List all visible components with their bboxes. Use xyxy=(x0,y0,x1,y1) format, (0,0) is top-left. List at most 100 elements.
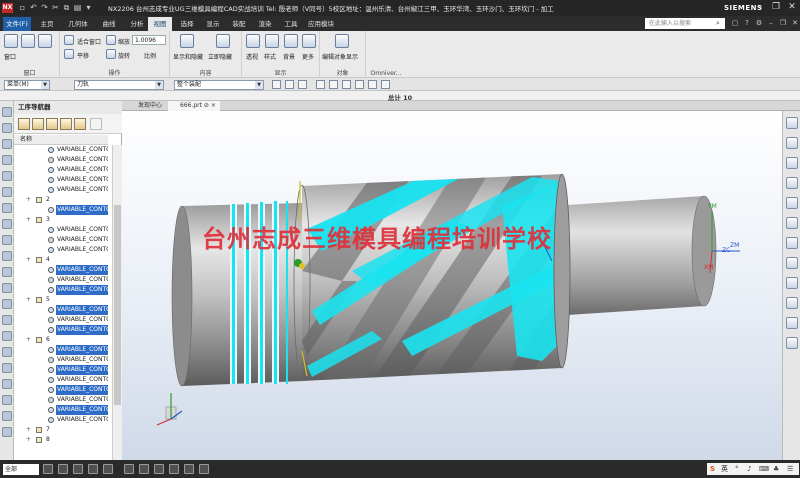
geometry-view-icon[interactable] xyxy=(46,118,58,130)
tree-operation-row[interactable]: VARIABLE_CONTO xyxy=(14,285,108,295)
instant-hide-icon[interactable] xyxy=(216,34,230,48)
resource-analysis-icon[interactable] xyxy=(2,379,12,389)
program-view-icon[interactable] xyxy=(18,118,30,130)
expand-toggle-icon[interactable]: + xyxy=(26,196,32,203)
machine-view-icon[interactable] xyxy=(32,118,44,130)
method-view-icon[interactable] xyxy=(60,118,72,130)
more-icon[interactable] xyxy=(302,34,316,48)
part-model[interactable]: ZM ZC YM XM xyxy=(122,111,782,460)
tab-applications[interactable]: 应用模块 xyxy=(304,17,338,31)
expand-toggle-icon[interactable]: + xyxy=(26,216,32,223)
resource-roles-icon[interactable] xyxy=(2,267,12,277)
tree-operation-row[interactable]: VARIABLE_CONTO xyxy=(14,225,108,235)
status-highlight-icon[interactable] xyxy=(169,464,179,474)
edit-display-icon[interactable] xyxy=(335,34,349,48)
resource-constraint-icon[interactable] xyxy=(2,219,12,229)
copy-icon[interactable]: ⧉ xyxy=(62,3,71,13)
fit-window-button[interactable]: 适合窗口 xyxy=(77,37,101,46)
tree-operation-row[interactable]: VARIABLE_CONTO xyxy=(14,265,108,275)
ratio-button[interactable]: 比例 xyxy=(144,51,156,60)
tree-operation-row[interactable]: VARIABLE_CONTO xyxy=(14,155,108,165)
status-filter-dropdown[interactable]: 全部 xyxy=(3,464,39,475)
tree-group-row[interactable]: +2 xyxy=(14,195,108,205)
expand-toggle-icon[interactable]: + xyxy=(26,436,32,443)
resource-program-order-icon[interactable] xyxy=(2,139,12,149)
intersection-icon[interactable] xyxy=(368,80,377,89)
ime-mic-icon[interactable]: ♪ xyxy=(747,463,751,475)
ribbon-options-icon[interactable]: ▢ xyxy=(730,18,740,29)
zoom-icon[interactable] xyxy=(106,35,116,45)
fit-window-icon[interactable] xyxy=(64,35,74,45)
command-search-input[interactable]: 在此输入以搜索 xyxy=(645,18,725,29)
quadrant-point-icon[interactable] xyxy=(355,80,364,89)
show-hide-icon[interactable] xyxy=(180,34,194,48)
expand-toggle-icon[interactable]: + xyxy=(26,426,32,433)
end-point-icon[interactable] xyxy=(316,80,325,89)
tab-part-file[interactable]: 666.prt ⊘ × xyxy=(168,101,220,111)
tab-select[interactable]: 选择 xyxy=(174,17,200,31)
view-right-icon[interactable] xyxy=(786,197,798,209)
tree-operation-row[interactable]: VARIABLE_CONTO xyxy=(14,405,108,415)
status-filter-icon[interactable] xyxy=(103,464,113,474)
tree-operation-row[interactable]: VARIABLE_CONTO xyxy=(14,365,108,375)
minimize-button[interactable]: – xyxy=(752,1,768,14)
tab-display[interactable]: 显示 xyxy=(200,17,226,31)
tree-group-row[interactable]: +5 xyxy=(14,295,108,305)
window-switch-icon[interactable]: ▾ xyxy=(84,3,93,13)
view-top-icon[interactable] xyxy=(786,157,798,169)
scrollbar-thumb[interactable] xyxy=(114,205,121,405)
pan-button[interactable]: 平移 xyxy=(77,51,89,60)
status-hide-icon[interactable] xyxy=(139,464,149,474)
status-invert-icon[interactable] xyxy=(154,464,164,474)
resource-method-icon[interactable] xyxy=(2,171,12,181)
doc-minimize-icon[interactable]: – xyxy=(766,18,776,29)
paste-icon[interactable]: ▤ xyxy=(73,3,82,13)
cut-icon[interactable]: ✂ xyxy=(51,3,60,13)
tab-render[interactable]: 渲染 xyxy=(252,17,278,31)
redo-icon[interactable]: ↷ xyxy=(40,3,49,13)
ime-toolbar[interactable]: S 英 ° ♪ ⌨ ♣ ☰ xyxy=(707,463,799,475)
tree-operation-row[interactable]: VARIABLE_CONTO xyxy=(14,235,108,245)
select-all-icon[interactable] xyxy=(272,80,281,89)
zoom-button[interactable]: 缩放 xyxy=(118,37,130,46)
graphics-viewport[interactable]: ZM ZC YM XM 台州志成三维模具编程培训学校 xyxy=(122,111,782,460)
tab-analysis[interactable]: 分析 xyxy=(124,17,150,31)
view-iso-icon[interactable] xyxy=(786,137,798,149)
doc-close-icon[interactable]: ✕ xyxy=(790,18,800,29)
resource-process-studio-icon[interactable] xyxy=(2,347,12,357)
point-on-curve-icon[interactable] xyxy=(381,80,390,89)
show-hide-button[interactable]: 显示和隐藏 xyxy=(173,52,203,61)
window-layout-icon[interactable] xyxy=(4,34,18,48)
style-icon[interactable] xyxy=(265,34,279,48)
view-orient-icon[interactable] xyxy=(786,117,798,129)
resource-system-materials-icon[interactable] xyxy=(2,331,12,341)
tree-operation-row[interactable]: VARIABLE_CONTO xyxy=(14,185,108,195)
help-icon[interactable]: ? xyxy=(742,18,752,29)
status-layer-icon[interactable] xyxy=(88,464,98,474)
snap-point-icon[interactable] xyxy=(298,80,307,89)
tree-operation-row[interactable]: VARIABLE_CONTO xyxy=(14,375,108,385)
tab-view[interactable]: 视图 xyxy=(148,17,172,31)
tree-operation-row[interactable]: VARIABLE_CONTO xyxy=(14,325,108,335)
rotate-icon[interactable] xyxy=(106,49,116,59)
resource-mission-icon[interactable] xyxy=(2,411,12,421)
resource-web-browser-icon[interactable] xyxy=(2,283,12,293)
resource-knowledge-icon[interactable] xyxy=(2,363,12,373)
scale-input[interactable]: 1.0096 xyxy=(132,35,166,45)
resource-palette-icon[interactable] xyxy=(2,315,12,325)
tree-operation-row[interactable]: VARIABLE_CONTO xyxy=(14,395,108,405)
tab-file[interactable]: 文件(F) xyxy=(3,17,31,31)
resource-part-navigator-icon[interactable] xyxy=(2,187,12,197)
tree-group-row[interactable]: +6 xyxy=(14,335,108,345)
settings-icon[interactable]: ⚙ xyxy=(754,18,764,29)
settings-icon[interactable] xyxy=(90,118,102,130)
tree-group-row[interactable]: +4 xyxy=(14,255,108,265)
menu-dropdown[interactable]: 菜单(M) ▼ xyxy=(4,80,50,90)
save-icon[interactable]: ▫ xyxy=(18,3,27,13)
view-bottom-icon[interactable] xyxy=(786,257,798,269)
section-icon[interactable] xyxy=(786,317,798,329)
resource-history-icon[interactable] xyxy=(2,251,12,261)
perspective-button[interactable]: 透视 xyxy=(246,52,258,61)
tree-operation-row[interactable]: VARIABLE_CONTO xyxy=(14,165,108,175)
background-button[interactable]: 背景 xyxy=(283,52,295,61)
